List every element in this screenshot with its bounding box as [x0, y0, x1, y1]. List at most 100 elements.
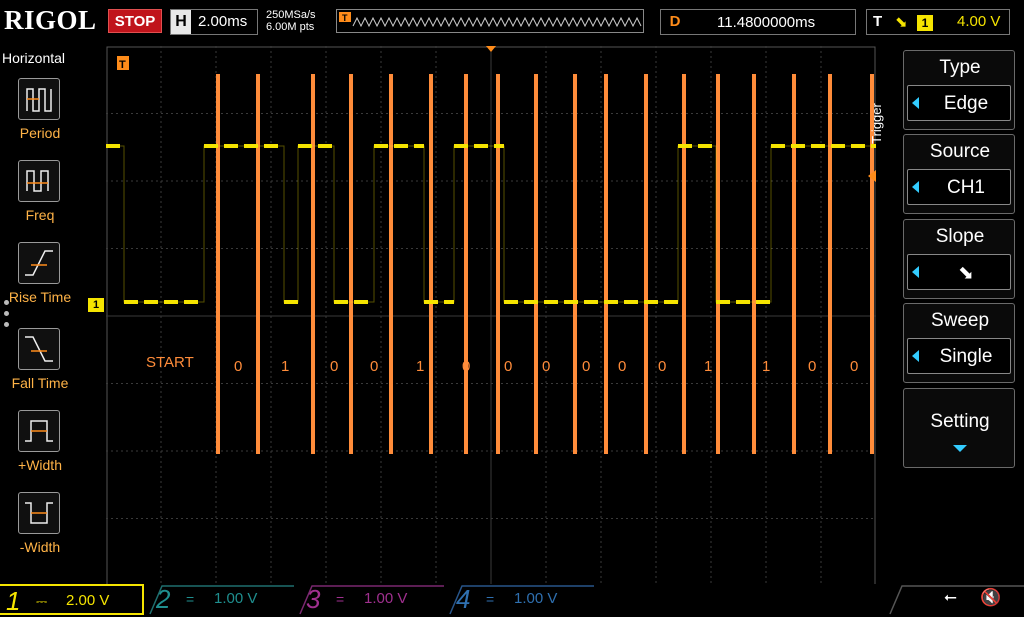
left-arrow-icon: [912, 97, 919, 109]
freq-label: Freq: [25, 207, 55, 223]
positive-width-label: +Width: [18, 457, 62, 473]
frequency-icon: [18, 160, 60, 202]
measure-negative-width[interactable]: -Width: [0, 492, 80, 568]
channel-1-number: 1: [6, 586, 21, 616]
menu-title: Horizontal: [2, 50, 66, 66]
delay-label: D: [661, 10, 689, 34]
setting-title: Setting: [930, 411, 990, 432]
bit-label: 1: [704, 358, 713, 375]
trigger-sweep-button[interactable]: Sweep Single: [903, 303, 1015, 383]
menu-page-indicator: [4, 300, 10, 333]
svg-text:T: T: [342, 13, 348, 23]
channel-3-number: 3: [306, 584, 321, 614]
channel-2-coupling-icon: =: [186, 591, 195, 607]
channel-4-status[interactable]: 4 = 1.00 V: [450, 584, 594, 615]
bit-label: 1: [762, 358, 771, 375]
trigger-source-value: CH1: [946, 177, 985, 198]
period-label: Period: [19, 125, 61, 141]
trigger-channel-badge: 1: [917, 15, 933, 31]
down-arrow-icon: [953, 445, 967, 452]
top-status-bar: RIGOL STOP H 2.00ms 250MSa/s 6.00M pts T…: [0, 0, 1024, 42]
trigger-type-value: Edge: [943, 93, 989, 114]
bit-label: 0: [234, 358, 243, 375]
bit-label: 0: [330, 358, 339, 375]
horizontal-scale-value: 2.00ms: [198, 13, 248, 30]
delay-value: 11.4800000ms: [717, 14, 816, 31]
measure-positive-width[interactable]: +Width: [0, 410, 80, 486]
measure-rise-time[interactable]: Rise Time: [0, 242, 80, 318]
bit-label: 0: [370, 358, 379, 375]
trigger-position-marker-label: T: [119, 59, 126, 71]
left-arrow-icon: [912, 350, 919, 362]
bit-label: 0: [504, 358, 513, 375]
horizontal-center-marker: [486, 46, 496, 52]
trigger-source-button[interactable]: Source CH1: [903, 134, 1015, 214]
measure-period[interactable]: Period: [0, 78, 80, 154]
rise-time-icon: [18, 242, 60, 284]
trigger-source-value-box: CH1: [907, 169, 1011, 205]
left-arrow-icon: [912, 266, 919, 278]
sample-rate: 250MSa/s: [266, 9, 316, 21]
bit-label: 0: [582, 358, 591, 375]
horizontal-scale-box[interactable]: H 2.00ms: [170, 9, 258, 35]
channel-status-bar: 1 ⎓ 2.00 V 2 = 1.00 V 3 = 1.00 V 4 = 1.0…: [0, 584, 1024, 616]
bit-label: 0: [462, 358, 471, 375]
trigger-type-button[interactable]: Type Edge: [903, 50, 1015, 130]
channel-2-scale: 1.00 V: [214, 590, 258, 607]
negative-width-label: -Width: [19, 539, 61, 555]
rise-time-label: Rise Time: [8, 289, 72, 305]
acquisition-info: 250MSa/s 6.00M pts: [266, 9, 316, 33]
channel-3-status[interactable]: 3 = 1.00 V: [300, 584, 444, 615]
trigger-slope-value-box: ⬊: [907, 254, 1011, 290]
horizontal-label: H: [171, 10, 191, 34]
memory-depth: 6.00M pts: [266, 21, 315, 33]
bit-label: 1: [281, 358, 290, 375]
channel-1-scale: 2.00 V: [66, 592, 110, 609]
waveform-display[interactable]: T START 0 1 0 0 1 0 0 0 0 0 0 1 1 0 0: [106, 46, 876, 586]
trigger-sweep-title: Sweep: [930, 310, 990, 331]
fall-time-icon: [18, 328, 60, 370]
trigger-menu-side-label: Trigger: [868, 103, 884, 144]
overview-wave: [352, 16, 642, 28]
trigger-menu: Trigger Type Edge Source CH1 Slope ⬊ Swe…: [868, 46, 1024, 586]
fall-time-label: Fall Time: [11, 375, 69, 391]
delay-box[interactable]: D 11.4800000ms: [660, 9, 856, 35]
measure-fall-time[interactable]: Fall Time: [0, 328, 80, 404]
left-arrow-icon: [912, 181, 919, 193]
bit-label: 1: [416, 358, 425, 375]
memory-overview-waveform: T: [339, 12, 642, 28]
trigger-slope-title: Slope: [935, 226, 985, 247]
trigger-status-box[interactable]: T ⬊ 1 4.00 V: [866, 9, 1010, 35]
measure-freq[interactable]: Freq: [0, 160, 80, 236]
mute-icon[interactable]: 🔇: [980, 588, 1001, 608]
usb-icon: ⭠: [944, 589, 957, 606]
waveform-grid: T: [106, 46, 876, 586]
brand-logo: RIGOL: [4, 5, 97, 35]
trigger-slope-button[interactable]: Slope ⬊: [903, 219, 1015, 299]
positive-width-icon: [18, 410, 60, 452]
trigger-sweep-value-box: Single: [907, 338, 1011, 374]
memory-overview-bar: T: [336, 9, 644, 33]
channel-1-coupling-icon: ⎓: [36, 593, 48, 609]
trigger-setting-button[interactable]: Setting: [903, 388, 1015, 468]
channel-2-status[interactable]: 2 = 1.00 V: [150, 584, 294, 615]
channel-1-offset-marker[interactable]: 1: [88, 298, 104, 312]
trigger-type-title: Type: [939, 57, 981, 78]
trigger-level: 4.00 V: [957, 13, 1001, 30]
channel-4-scale: 1.00 V: [514, 590, 558, 607]
falling-edge-icon: ⬊: [895, 14, 908, 31]
bit-label: 0: [808, 358, 817, 375]
falling-edge-icon: ⬊: [958, 263, 974, 284]
horizontal-measure-menu: Horizontal Period Freq Rise Time Fall Ti…: [0, 46, 80, 586]
period-icon: [18, 78, 60, 120]
run-stop-button[interactable]: STOP: [108, 9, 162, 33]
negative-width-icon: [18, 492, 60, 534]
bit-label: 0: [658, 358, 667, 375]
channel-2-number: 2: [156, 584, 171, 614]
channel-4-coupling-icon: =: [486, 591, 495, 607]
bit-label: 0: [542, 358, 551, 375]
channel-1-status[interactable]: 1 ⎓ 2.00 V: [0, 584, 144, 616]
trigger-type-value-box: Edge: [907, 85, 1011, 121]
trigger-sweep-value: Single: [939, 346, 993, 367]
trigger-label: T: [873, 13, 883, 30]
